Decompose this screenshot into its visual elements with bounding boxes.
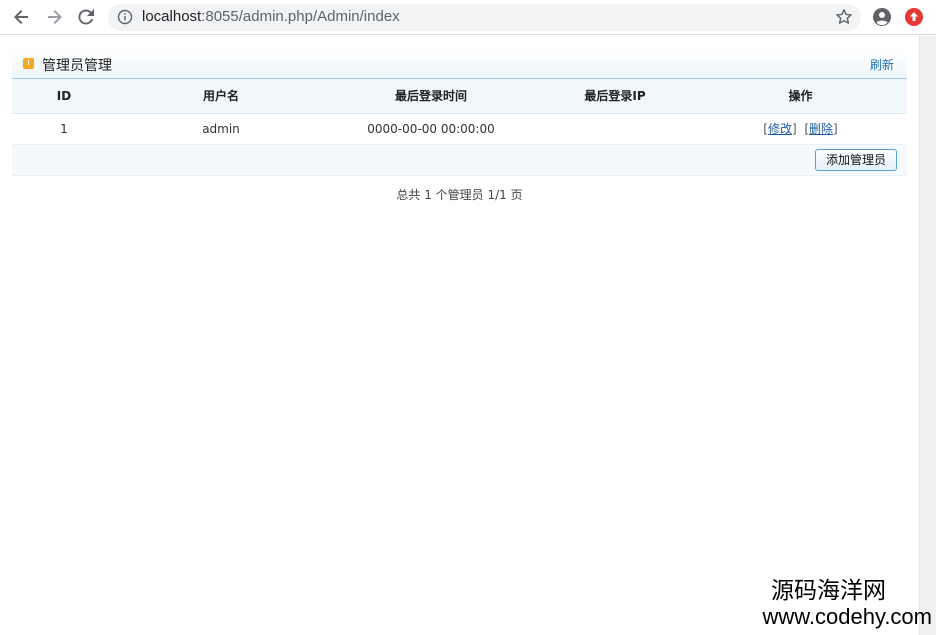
profile-avatar-icon[interactable]: [873, 8, 891, 26]
cell-username: admin: [116, 113, 326, 145]
reload-icon: [78, 9, 94, 25]
delete-link[interactable]: 删除: [809, 122, 833, 136]
panel-header: 管理员管理 刷新: [12, 48, 907, 79]
add-admin-button[interactable]: 添加管理员: [814, 148, 897, 171]
cell-last-login-time: 0000-00-00 00:00:00: [326, 113, 536, 145]
info-icon[interactable]: [117, 9, 133, 25]
arrow-right-icon: [48, 10, 62, 24]
watermark: 源码海洋网 www.codehy.com: [762, 571, 932, 629]
header-last-login-ip: 最后登录IP: [536, 79, 694, 114]
header-actions: 操作: [694, 79, 907, 114]
header-id: ID: [12, 79, 116, 114]
cell-actions: [修改] [删除]: [694, 113, 907, 145]
cell-last-login-ip: [536, 113, 694, 145]
arrow-left-icon: [14, 10, 28, 24]
edit-link[interactable]: 修改: [768, 122, 792, 136]
refresh-link[interactable]: 刷新: [870, 56, 894, 73]
watermark-title: 源码海洋网: [771, 578, 886, 604]
url-text[interactable]: localhost:8055/admin.php/Admin/index: [142, 8, 400, 25]
page-scrollbar[interactable]: [919, 36, 936, 635]
cell-id: 1: [12, 113, 116, 145]
browser-toolbar: localhost:8055/admin.php/Admin/index: [0, 0, 936, 35]
address-bar[interactable]: localhost:8055/admin.php/Admin/index: [108, 4, 861, 31]
panel-title: 管理员管理: [42, 58, 112, 74]
url-path: :8055/admin.php/Admin/index: [201, 8, 400, 25]
back-button[interactable]: [10, 5, 34, 29]
bookmark-star-icon[interactable]: [835, 8, 853, 26]
table-row: 1 admin 0000-00-00 00:00:00 [修改] [删除]: [12, 113, 907, 145]
extension-update-icon[interactable]: [905, 8, 923, 26]
header-last-login-time: 最后登录时间: [326, 79, 536, 114]
action-row: 添加管理员: [12, 144, 907, 176]
pagination-summary: 总共 1 个管理员 1/1 页: [396, 188, 523, 202]
table-header-row: ID 用户名 最后登录时间 最后登录IP 操作: [12, 79, 907, 114]
watermark-url: www.codehy.com: [762, 604, 932, 629]
warning-icon: [23, 58, 34, 69]
header-username: 用户名: [116, 79, 326, 114]
forward-button[interactable]: [42, 5, 66, 29]
admin-panel: 管理员管理 刷新 ID 用户名 最后登录时间 最后登录IP 操作 1 admin…: [12, 48, 907, 176]
url-host: localhost: [142, 8, 202, 25]
reload-button[interactable]: [74, 5, 98, 29]
admin-table: ID 用户名 最后登录时间 最后登录IP 操作 1 admin 0000-00-…: [12, 79, 907, 145]
